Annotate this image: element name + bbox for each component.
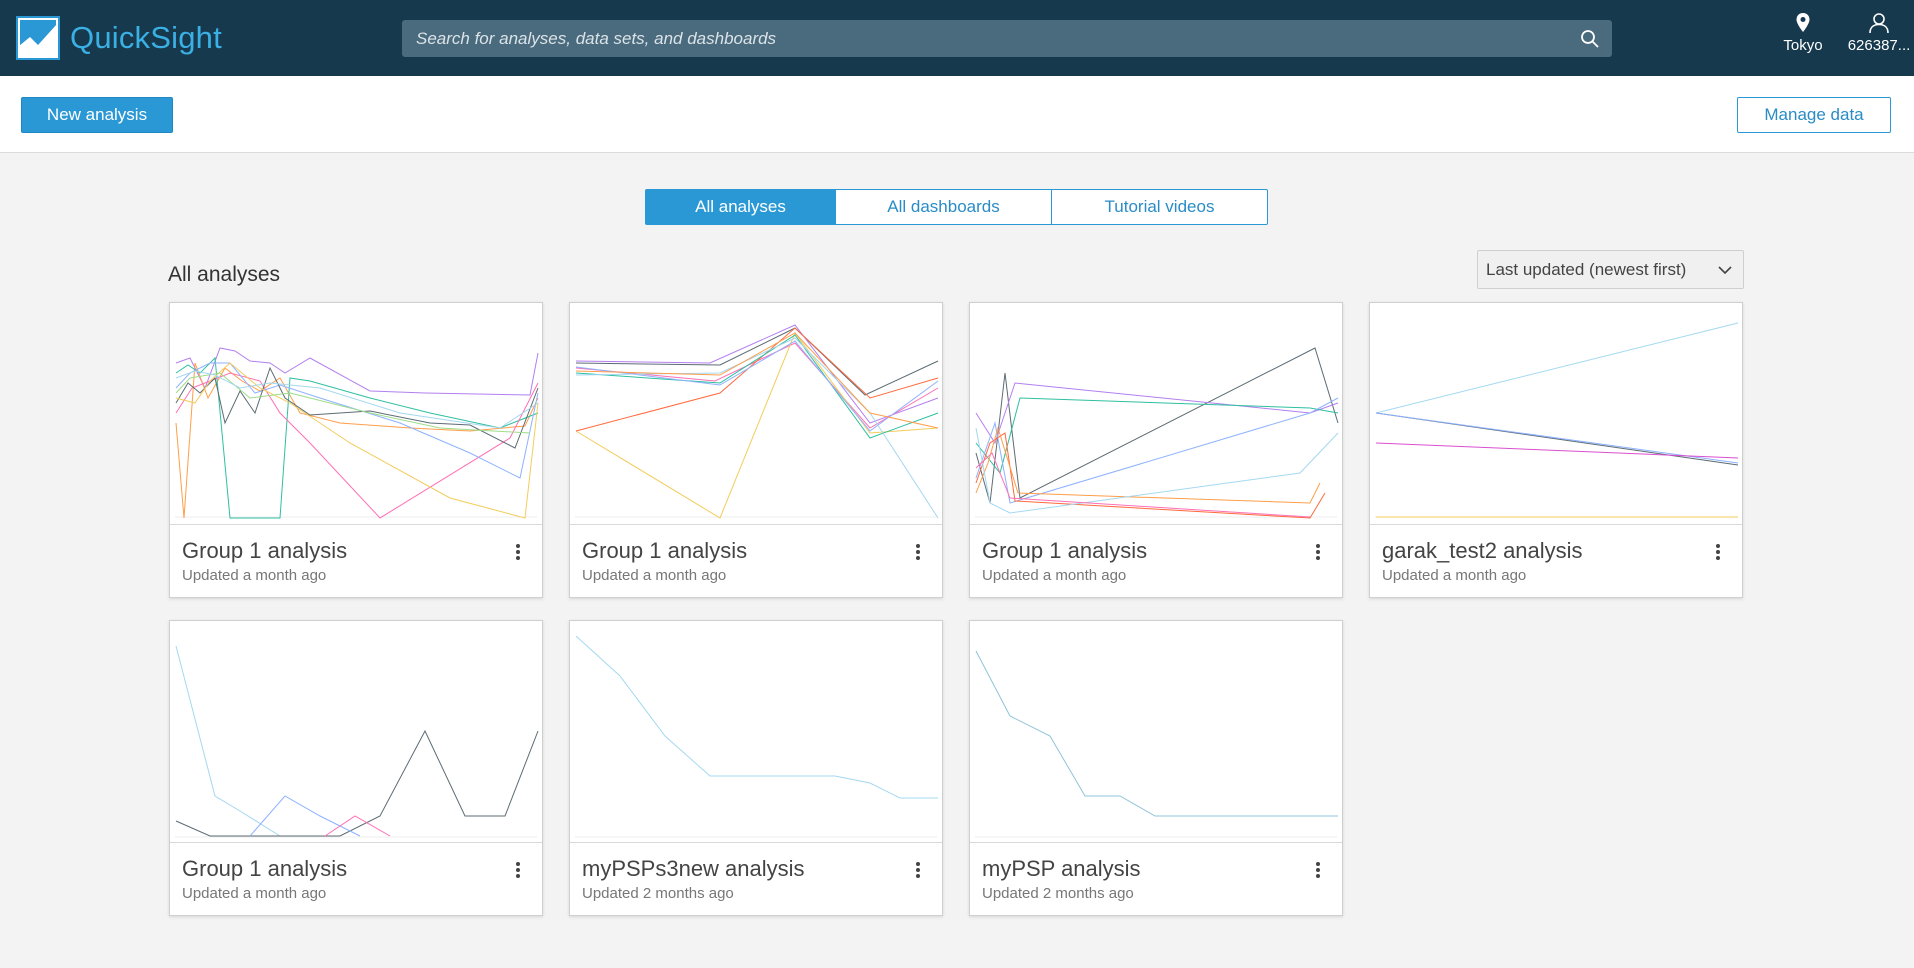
search-icon[interactable] xyxy=(1580,29,1600,49)
more-options-icon[interactable] xyxy=(512,541,524,563)
analysis-updated: Updated a month ago xyxy=(182,567,327,584)
line-chart-thumbnail xyxy=(575,324,939,519)
more-options-icon[interactable] xyxy=(512,859,524,881)
analysis-title: Group 1 analysis xyxy=(182,538,348,563)
search-input[interactable] xyxy=(402,20,1612,57)
action-bar: New analysis Manage data xyxy=(0,76,1914,153)
section-title: All analyses xyxy=(168,263,281,286)
manage-data-button[interactable]: Manage data xyxy=(1737,97,1891,133)
analysis-card[interactable]: Group 1 analysis Updated a month ago xyxy=(169,302,543,598)
location-pin-icon xyxy=(1796,13,1810,32)
analysis-thumbnail xyxy=(170,621,542,843)
search-bar xyxy=(402,20,1612,57)
analysis-title: myPSPs3new analysis xyxy=(582,856,805,881)
analysis-thumbnail xyxy=(970,621,1342,843)
line-chart-thumbnail xyxy=(975,650,1338,838)
line-chart-thumbnail xyxy=(975,347,1339,519)
new-analysis-button[interactable]: New analysis xyxy=(21,97,173,133)
analysis-updated: Updated a month ago xyxy=(182,885,327,902)
analysis-thumbnail xyxy=(170,303,542,525)
analysis-card[interactable]: Group 1 analysis Updated a month ago xyxy=(969,302,1343,598)
more-options-icon[interactable] xyxy=(912,859,924,881)
more-options-icon[interactable] xyxy=(1712,541,1724,563)
region-selector[interactable]: Tokyo xyxy=(1782,12,1824,68)
more-options-icon[interactable] xyxy=(1312,541,1324,563)
sort-dropdown[interactable]: Last updated (newest first) xyxy=(1477,250,1744,289)
tab-all-analyses[interactable]: All analyses xyxy=(645,189,836,225)
user-label: 626387... xyxy=(1847,37,1911,54)
analysis-updated: Updated a month ago xyxy=(582,567,727,584)
line-chart-thumbnail xyxy=(175,347,539,519)
user-menu[interactable]: 626387... xyxy=(1846,12,1912,68)
line-chart-thumbnail xyxy=(175,645,539,838)
analysis-thumbnail xyxy=(570,303,942,525)
analysis-thumbnail xyxy=(970,303,1342,525)
quicksight-logo[interactable]: QuickSight xyxy=(16,16,222,60)
view-tabs: All analyses All dashboards Tutorial vid… xyxy=(645,189,1268,225)
analysis-card[interactable]: myPSP analysis Updated 2 months ago xyxy=(969,620,1343,916)
analysis-updated: Updated 2 months ago xyxy=(582,885,734,902)
analysis-card[interactable]: Group 1 analysis Updated a month ago xyxy=(169,620,543,916)
analysis-updated: Updated a month ago xyxy=(982,567,1127,584)
quicksight-logo-icon xyxy=(16,16,60,60)
more-options-icon[interactable] xyxy=(912,541,924,563)
analysis-thumbnail xyxy=(1370,303,1742,525)
analysis-title: garak_test2 analysis xyxy=(1382,538,1583,563)
more-options-icon[interactable] xyxy=(1312,859,1324,881)
analysis-title: myPSP analysis xyxy=(982,856,1141,881)
top-nav-bar: QuickSight Tokyo 626387... xyxy=(0,0,1914,76)
analysis-updated: Updated 2 months ago xyxy=(982,885,1134,902)
region-label: Tokyo xyxy=(1783,37,1823,54)
sort-selected-value: Last updated (newest first) xyxy=(1486,259,1687,279)
tab-tutorial-videos[interactable]: Tutorial videos xyxy=(1052,189,1268,225)
analysis-title: Group 1 analysis xyxy=(582,538,748,563)
analysis-updated: Updated a month ago xyxy=(1382,567,1527,584)
analysis-title: Group 1 analysis xyxy=(982,538,1148,563)
app-name: QuickSight xyxy=(70,20,222,55)
user-icon xyxy=(1869,13,1889,34)
line-chart-thumbnail xyxy=(575,635,938,838)
analysis-card[interactable]: myPSPs3new analysis Updated 2 months ago xyxy=(569,620,943,916)
analysis-title: Group 1 analysis xyxy=(182,856,348,881)
analysis-card[interactable]: garak_test2 analysis Updated a month ago xyxy=(1369,302,1743,598)
line-chart-thumbnail xyxy=(1375,322,1739,518)
analysis-card[interactable]: Group 1 analysis Updated a month ago xyxy=(569,302,943,598)
chevron-down-icon xyxy=(1718,266,1732,275)
tab-all-dashboards[interactable]: All dashboards xyxy=(836,189,1052,225)
analysis-thumbnail xyxy=(570,621,942,843)
